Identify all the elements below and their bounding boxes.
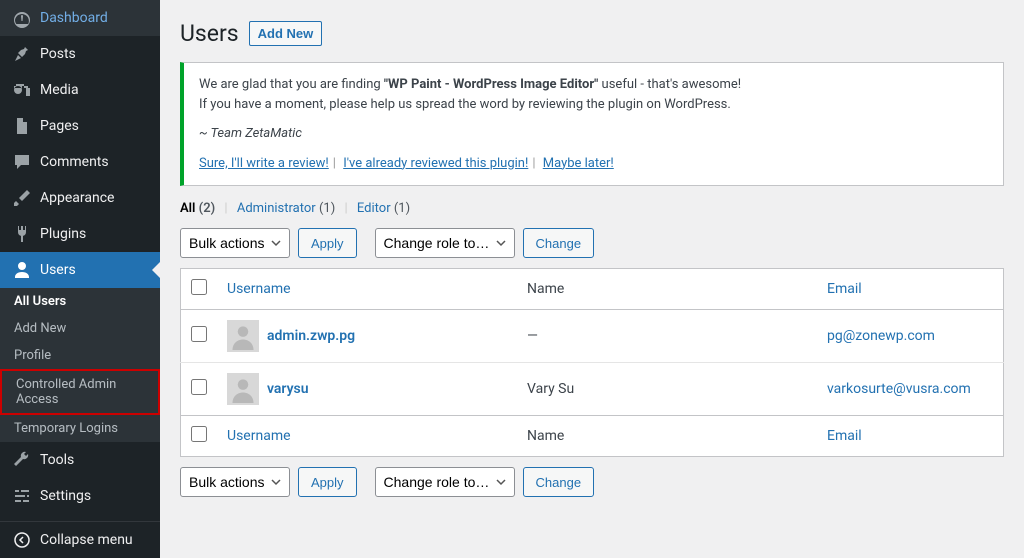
menu-label: Pages <box>40 118 79 134</box>
submenu-all-users[interactable]: All Users <box>0 288 160 315</box>
notice-links: Sure, I'll write a review!| I've already… <box>199 154 988 174</box>
add-new-button[interactable]: Add New <box>249 21 323 46</box>
change-button[interactable]: Change <box>523 228 595 258</box>
username-link[interactable]: varysu <box>267 381 309 397</box>
review-link-write[interactable]: Sure, I'll write a review! <box>199 156 329 171</box>
wrench-icon <box>12 450 32 470</box>
menu-label: Dashboard <box>40 10 108 26</box>
pin-icon <box>12 44 32 64</box>
filter-all[interactable]: All (2) <box>180 201 215 216</box>
notice-line1: We are glad that you are finding "WP Pai… <box>199 75 988 95</box>
tablenav-bottom: Bulk actions Apply Change role to… Chang… <box>180 467 1004 497</box>
menu-dashboard[interactable]: Dashboard <box>0 0 160 36</box>
col-email[interactable]: Email <box>817 269 1004 310</box>
review-link-already[interactable]: I've already reviewed this plugin! <box>343 156 528 171</box>
name-cell: Vary Su <box>517 363 817 416</box>
role-filter: All (2) | Administrator (1) | Editor (1) <box>180 201 1004 216</box>
change-role-select-bottom[interactable]: Change role to… <box>375 467 515 497</box>
notice-signature: ~ Team ZetaMatic <box>199 124 988 144</box>
col-email-foot[interactable]: Email <box>817 416 1004 457</box>
apply-button[interactable]: Apply <box>298 228 357 258</box>
users-table: Username Name Email admin.zwp.pg — pg@zo… <box>180 268 1004 457</box>
col-username-foot[interactable]: Username <box>217 416 517 457</box>
main-content: Users Add New We are glad that you are f… <box>160 0 1024 558</box>
submenu-controlled-admin-access[interactable]: Controlled Admin Access <box>0 369 160 415</box>
menu-media[interactable]: Media <box>0 72 160 108</box>
review-notice: We are glad that you are finding "WP Pai… <box>180 62 1004 186</box>
sliders-icon <box>12 486 32 506</box>
select-all-checkbox[interactable] <box>191 279 207 295</box>
email-link[interactable]: pg@zonewp.com <box>827 328 935 344</box>
row-checkbox[interactable] <box>191 379 207 395</box>
bulk-actions-select-bottom[interactable]: Bulk actions <box>180 467 290 497</box>
name-cell: — <box>517 310 817 363</box>
menu-label: Media <box>40 82 79 98</box>
menu-comments[interactable]: Comments <box>0 144 160 180</box>
menu-label: Settings <box>40 488 91 504</box>
tablenav-top: Bulk actions Apply Change role to… Chang… <box>180 228 1004 258</box>
plug-icon <box>12 224 32 244</box>
collapse-menu[interactable]: Collapse menu <box>0 521 160 558</box>
submenu-temporary-logins[interactable]: Temporary Logins <box>0 415 160 442</box>
menu-posts[interactable]: Posts <box>0 36 160 72</box>
submenu-add-new[interactable]: Add New <box>0 315 160 342</box>
col-username[interactable]: Username <box>217 269 517 310</box>
filter-editor[interactable]: Editor <box>357 201 391 216</box>
menu-label: Posts <box>40 46 76 62</box>
menu-settings[interactable]: Settings <box>0 478 160 514</box>
dashboard-icon <box>12 8 32 28</box>
apply-button-bottom[interactable]: Apply <box>298 467 357 497</box>
admin-sidebar: Dashboard Posts Media Pages Comments App… <box>0 0 160 558</box>
col-name: Name <box>517 269 817 310</box>
bulk-actions-select[interactable]: Bulk actions <box>180 228 290 258</box>
submenu-profile[interactable]: Profile <box>0 342 160 369</box>
table-row: admin.zwp.pg — pg@zonewp.com <box>181 310 1004 363</box>
username-link[interactable]: admin.zwp.pg <box>267 328 355 344</box>
email-link[interactable]: varkosurte@vusra.com <box>827 381 971 397</box>
user-icon <box>12 260 32 280</box>
avatar-icon <box>227 320 259 352</box>
menu-appearance[interactable]: Appearance <box>0 180 160 216</box>
table-row: varysu Vary Su varkosurte@vusra.com <box>181 363 1004 416</box>
page-title: Users <box>180 20 239 47</box>
select-all-checkbox-bottom[interactable] <box>191 426 207 442</box>
avatar-icon <box>227 373 259 405</box>
review-link-later[interactable]: Maybe later! <box>543 156 614 171</box>
menu-pages[interactable]: Pages <box>0 108 160 144</box>
collapse-icon <box>12 530 32 550</box>
menu-label: Plugins <box>40 226 86 242</box>
comments-icon <box>12 152 32 172</box>
submenu-users: All Users Add New Profile Controlled Adm… <box>0 288 160 442</box>
menu-label: Tools <box>40 452 74 468</box>
menu-label: Comments <box>40 154 109 170</box>
change-role-select[interactable]: Change role to… <box>375 228 515 258</box>
filter-administrator[interactable]: Administrator <box>237 201 316 216</box>
menu-tools[interactable]: Tools <box>0 442 160 478</box>
col-name-foot: Name <box>517 416 817 457</box>
change-button-bottom[interactable]: Change <box>523 467 595 497</box>
media-icon <box>12 80 32 100</box>
brush-icon <box>12 188 32 208</box>
menu-label: Users <box>40 262 76 278</box>
row-checkbox[interactable] <box>191 326 207 342</box>
menu-label: Appearance <box>40 190 114 206</box>
page-icon <box>12 116 32 136</box>
notice-line2: If you have a moment, please help us spr… <box>199 95 988 115</box>
menu-plugins[interactable]: Plugins <box>0 216 160 252</box>
menu-users[interactable]: Users <box>0 252 160 288</box>
collapse-label: Collapse menu <box>40 532 133 548</box>
